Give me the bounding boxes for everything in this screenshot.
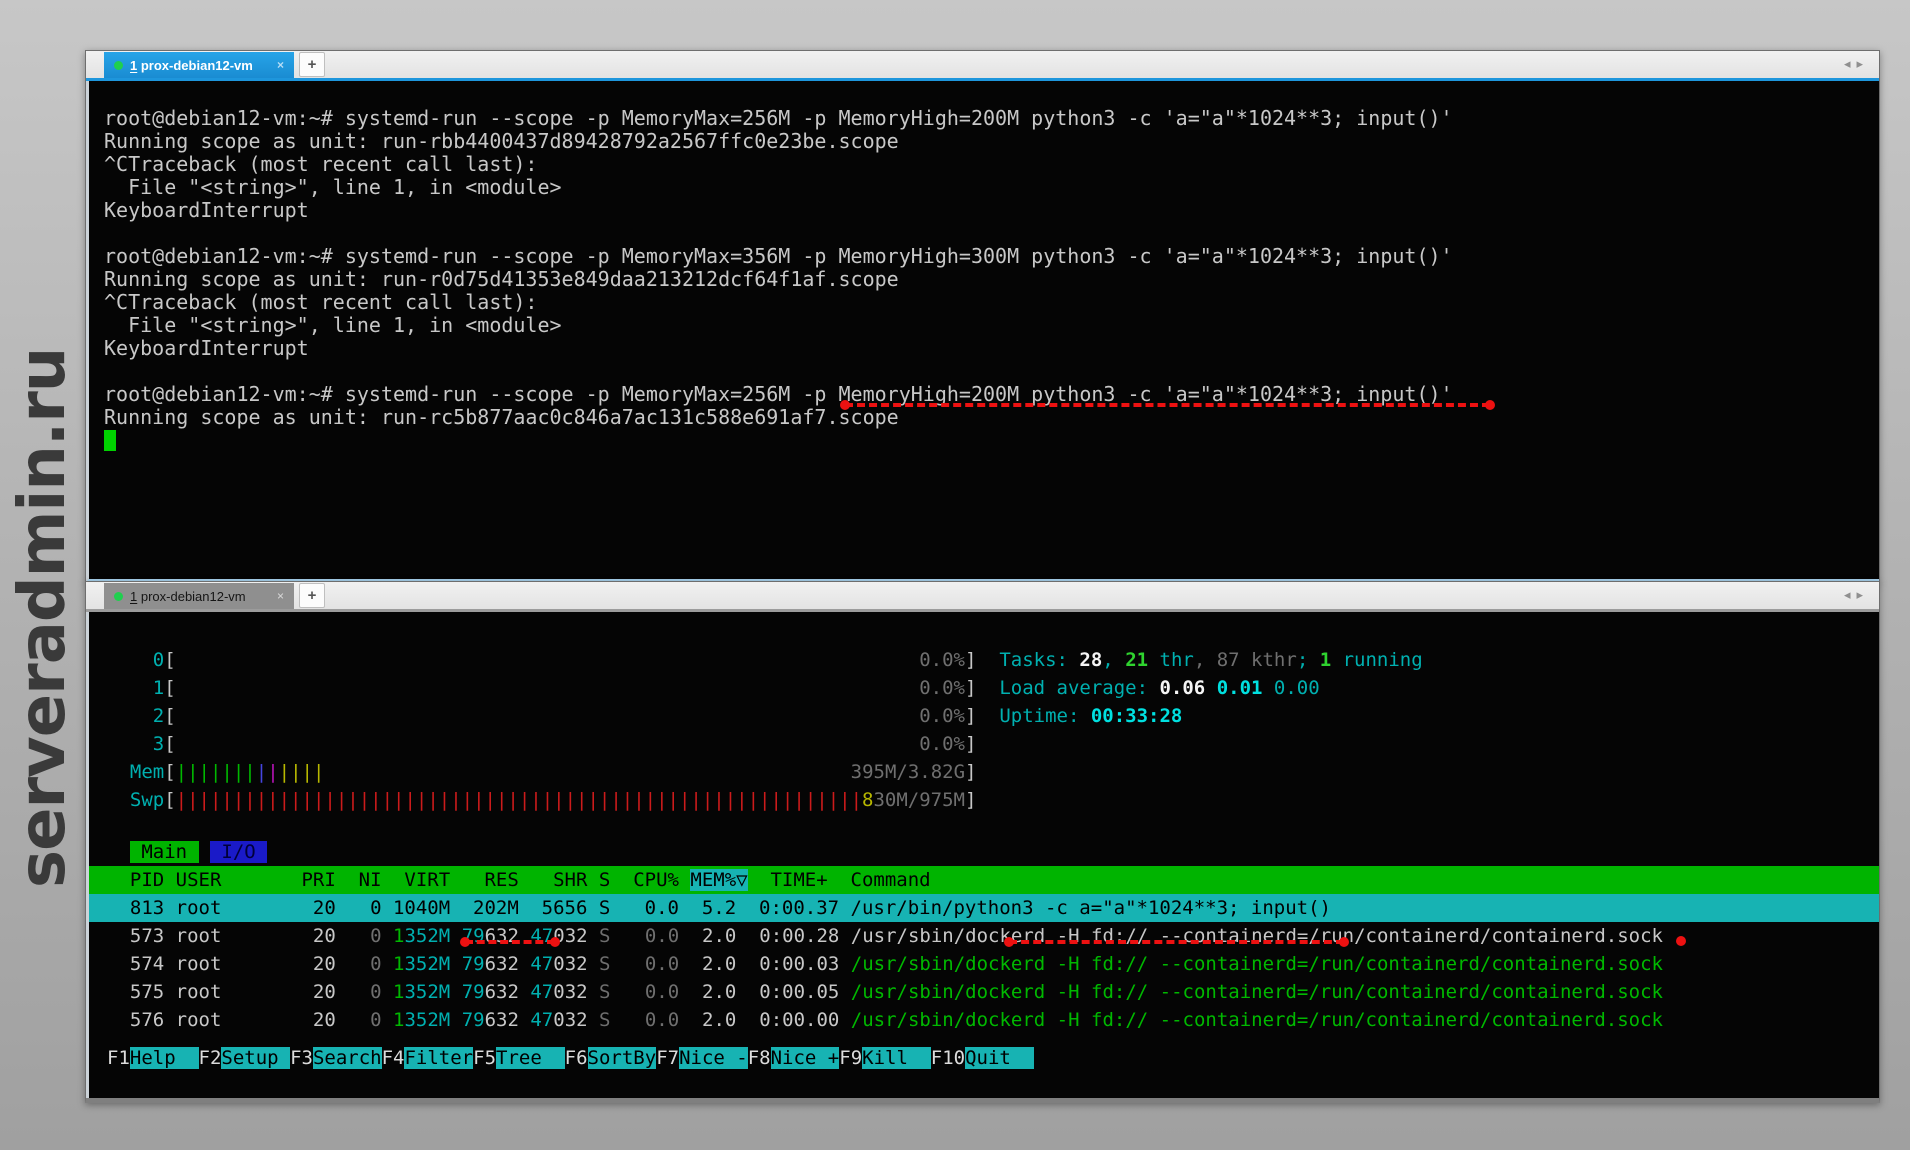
tab-prox-debian12-vm[interactable]: 1 prox-debian12-vm × [104, 52, 294, 78]
memory-meter: Mem[||||||||||||| 395M/3.82G] [89, 758, 1879, 786]
shell-output-line: File "<string>", line 1, in <module> [104, 176, 1879, 199]
shell-output-line: Running scope as unit: run-r0d75d41353e8… [104, 268, 1879, 291]
tab-title: 1 prox-debian12-vm [130, 58, 253, 73]
shell-output-line: root@debian12-vm:~# systemd-run --scope … [104, 107, 1879, 130]
shell-output-line: ^CTraceback (most recent call last): [104, 153, 1879, 176]
function-key-bar[interactable]: F1Help F2Setup F3SearchF4FilterF5Tree F6… [89, 1044, 1879, 1072]
watermark: serveradmin.ru [6, 348, 80, 888]
htop-screen-tabs[interactable]: Main I/O [89, 838, 1879, 866]
terminal-window-bottom: 1 prox-debian12-vm × + ◂▸ 0[ 0.0%] Tasks… [85, 581, 1880, 1103]
tab-bar-top: 1 prox-debian12-vm × + ◂▸ [86, 51, 1879, 81]
process-row[interactable]: 573 root 20 0 1352M 79632 47032 S 0.0 2.… [89, 922, 1879, 950]
shell-output-line [104, 360, 1879, 383]
tab-close-icon[interactable]: × [277, 58, 284, 72]
htop-output: 0[ 0.0%] Tasks: 28, 21 thr, 87 kthr; 1 r… [89, 612, 1879, 1072]
process-row[interactable]: 574 root 20 0 1352M 79632 47032 S 0.0 2.… [89, 950, 1879, 978]
shell-output: root@debian12-vm:~# systemd-run --scope … [89, 81, 1879, 452]
process-row[interactable]: 575 root 20 0 1352M 79632 47032 S 0.0 2.… [89, 978, 1879, 1006]
shell-prompt-line [104, 429, 1879, 452]
process-table-header[interactable]: PID USER PRI NI VIRT RES SHR S CPU% MEM%… [89, 866, 1879, 894]
annotation-underline-memoryhigh-command [845, 403, 1490, 407]
process-row-selected[interactable]: 813 root 20 0 1040M 202M 5656 S 0.0 5.2 … [89, 894, 1879, 922]
annotation-underline-res-202m [465, 940, 555, 944]
shell-output-line: ^CTraceback (most recent call last): [104, 291, 1879, 314]
new-tab-button[interactable]: + [299, 583, 325, 608]
shell-output-line: File "<string>", line 1, in <module> [104, 314, 1879, 337]
cpu-meter-2: 2[ 0.0%] Uptime: 00:33:28 [89, 702, 1879, 730]
tab-status-dot [114, 592, 123, 601]
annotation-underline-python3-process [1009, 940, 1344, 944]
terminal-screen-top[interactable]: root@debian12-vm:~# systemd-run --scope … [86, 81, 1879, 582]
process-row[interactable]: 576 root 20 0 1352M 79632 47032 S 0.0 2.… [89, 1006, 1879, 1034]
tab-title: 1 prox-debian12-vm [130, 589, 246, 604]
tab-status-dot [114, 61, 123, 70]
tab-prox-debian12-vm-inactive[interactable]: 1 prox-debian12-vm × [104, 583, 294, 609]
tab-scroll-right-icon: ▸ [1856, 588, 1869, 603]
tab-scroll-right-icon: ▸ [1856, 57, 1869, 72]
terminal-screen-htop[interactable]: 0[ 0.0%] Tasks: 28, 21 thr, 87 kthr; 1 r… [86, 612, 1879, 1098]
tab-bar-bottom: 1 prox-debian12-vm × + ◂▸ [86, 582, 1879, 612]
shell-output-line [104, 222, 1879, 245]
terminal-window-top: 1 prox-debian12-vm × + ◂▸ root@debian12-… [85, 50, 1880, 583]
tab-scroll-arrows[interactable]: ◂▸ [1844, 57, 1879, 72]
cpu-meter-0: 0[ 0.0%] Tasks: 28, 21 thr, 87 kthr; 1 r… [89, 646, 1879, 674]
new-tab-button[interactable]: + [299, 52, 325, 77]
desktop-background: serveradmin.ru 1 prox-debian12-vm × + ◂▸… [0, 0, 1910, 1150]
swap-meter: Swp[||||||||||||||||||||||||||||||||||||… [89, 786, 1879, 814]
tab-scroll-left-icon: ◂ [1844, 588, 1857, 603]
shell-output-line: KeyboardInterrupt [104, 337, 1879, 360]
tab-scroll-arrows[interactable]: ◂▸ [1844, 588, 1879, 603]
shell-output-line: Running scope as unit: run-rbb4400437d89… [104, 130, 1879, 153]
annotation-dot [1676, 936, 1686, 946]
cpu-meter-3: 3[ 0.0%] [89, 730, 1879, 758]
shell-output-line: root@debian12-vm:~# systemd-run --scope … [104, 245, 1879, 268]
shell-output-line: KeyboardInterrupt [104, 199, 1879, 222]
terminal-cursor [104, 430, 116, 451]
shell-output-line: Running scope as unit: run-rc5b877aac0c8… [104, 406, 1879, 429]
cpu-meter-1: 1[ 0.0%] Load average: 0.06 0.01 0.00 [89, 674, 1879, 702]
tab-scroll-left-icon: ◂ [1844, 57, 1857, 72]
tab-close-icon[interactable]: × [277, 589, 284, 603]
